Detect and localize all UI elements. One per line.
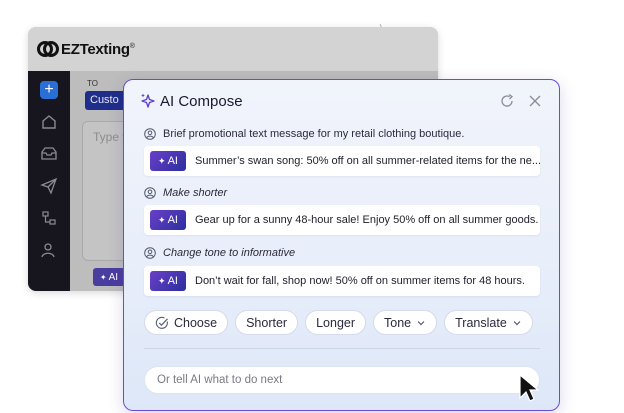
inbox-icon[interactable] — [40, 145, 58, 163]
ai-badge: ✦ AI — [150, 151, 186, 171]
ai-instruction-input[interactable]: Or tell AI what to do next — [144, 366, 540, 394]
to-label: TO — [87, 79, 98, 88]
shorter-button-label: Shorter — [246, 315, 288, 330]
ai-instruction-placeholder: Or tell AI what to do next — [157, 374, 283, 386]
user-icon — [144, 128, 156, 140]
panel-header: AI Compose — [124, 80, 559, 122]
ai-badge: ✦ AI — [150, 210, 186, 230]
translate-dropdown-label: Translate — [455, 315, 507, 330]
tone-dropdown-label: Tone — [384, 315, 412, 330]
action-chips: Choose Shorter Longer Tone Translate — [144, 310, 533, 335]
user-prompt: Make shorter — [144, 185, 227, 201]
contacts-icon[interactable] — [40, 241, 58, 259]
sparkle-icon: ✦ — [99, 272, 107, 282]
logo-registered-mark: ® — [129, 42, 135, 50]
choose-button[interactable]: Choose — [144, 310, 229, 335]
ai-badge-label: AI — [167, 275, 178, 287]
close-icon[interactable] — [528, 94, 542, 108]
mouse-pointer-icon — [519, 374, 540, 402]
ai-badge-label: AI — [167, 214, 178, 226]
longer-button-label: Longer — [316, 315, 356, 330]
sparkle-icon: ✦ — [158, 155, 166, 166]
divider — [144, 348, 540, 349]
prompt-text: Brief promotional text message for my re… — [163, 128, 465, 140]
sparkle-icon: ✦ — [158, 214, 166, 225]
ai-badge-label: AI — [167, 155, 178, 167]
ai-response-card[interactable]: ✦ AI Don’t wait for fall, shop now! 50% … — [144, 266, 540, 296]
app-header: EZTexting® — [28, 27, 438, 71]
sparkle-icon: ✦ — [158, 275, 166, 286]
eztexting-logo: EZTexting® — [37, 40, 135, 58]
response-text: Gear up for a sunny 48-hour sale! Enjoy … — [195, 214, 539, 226]
send-icon[interactable] — [40, 177, 58, 195]
ai-compose-button[interactable]: ✦ AI — [93, 268, 125, 286]
ai-response-card[interactable]: ✦ AI Summer’s swan song: 50% off on all … — [144, 146, 540, 176]
response-text: Don’t wait for fall, shop now! 50% off o… — [195, 275, 525, 287]
logo-text: EZTexting — [61, 40, 130, 58]
sparkle-icon — [141, 93, 155, 108]
new-message-plus-icon[interactable]: + — [40, 81, 58, 99]
workflow-icon[interactable] — [40, 209, 58, 227]
choose-button-label: Choose — [174, 315, 218, 330]
user-icon — [144, 187, 156, 199]
ai-badge: ✦ AI — [150, 271, 186, 291]
home-icon[interactable] — [40, 113, 58, 131]
panel-title: AI Compose — [160, 93, 243, 110]
app-sidebar: + — [28, 71, 70, 291]
refresh-icon[interactable] — [499, 93, 515, 109]
prompt-text: Change tone to informative — [163, 247, 296, 259]
chevron-down-icon — [417, 320, 425, 325]
user-prompt: Brief promotional text message for my re… — [144, 126, 464, 142]
user-icon — [144, 247, 156, 259]
ai-compose-panel: AI Compose Brief promotional text messag… — [123, 79, 560, 411]
tone-dropdown[interactable]: Tone — [373, 310, 438, 335]
chevron-down-icon — [513, 320, 521, 325]
ai-response-card[interactable]: ✦ AI Gear up for a sunny 48-hour sale! E… — [144, 205, 540, 235]
longer-button[interactable]: Longer — [305, 310, 367, 335]
translate-dropdown[interactable]: Translate — [444, 310, 533, 335]
shorter-button[interactable]: Shorter — [235, 310, 299, 335]
prompt-text: Make shorter — [163, 187, 228, 199]
ai-compose-button-label: AI — [108, 271, 119, 283]
user-prompt: Change tone to informative — [144, 245, 295, 261]
check-circle-icon — [155, 316, 168, 329]
logo-mark-icon — [37, 41, 59, 57]
response-text: Summer’s swan song: 50% off on all summe… — [195, 155, 540, 167]
